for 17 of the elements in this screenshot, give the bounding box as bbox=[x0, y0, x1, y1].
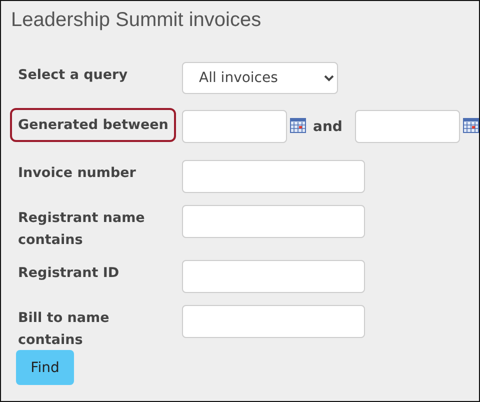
text-field[interactable] bbox=[182, 160, 365, 193]
page-title: Leadership Summit invoices bbox=[11, 9, 262, 32]
field-label: Bill to name contains bbox=[17, 309, 110, 350]
date-field[interactable] bbox=[355, 110, 460, 143]
date-field[interactable] bbox=[182, 110, 287, 143]
find-button[interactable]: Find bbox=[16, 350, 74, 385]
field-label: Registrant ID bbox=[17, 264, 120, 283]
calendar-icon[interactable] bbox=[463, 116, 480, 132]
field-label: Select a query bbox=[17, 66, 129, 85]
text-field[interactable] bbox=[182, 260, 365, 293]
and-label: and bbox=[313, 118, 342, 134]
text-field[interactable] bbox=[182, 205, 365, 238]
field-label: Generated between bbox=[10, 108, 176, 142]
field-label: Registrant name contains bbox=[17, 209, 146, 250]
text-field[interactable] bbox=[182, 305, 365, 338]
query-dropdown[interactable]: All invoices bbox=[182, 62, 338, 94]
field-label: Invoice number bbox=[17, 164, 137, 183]
